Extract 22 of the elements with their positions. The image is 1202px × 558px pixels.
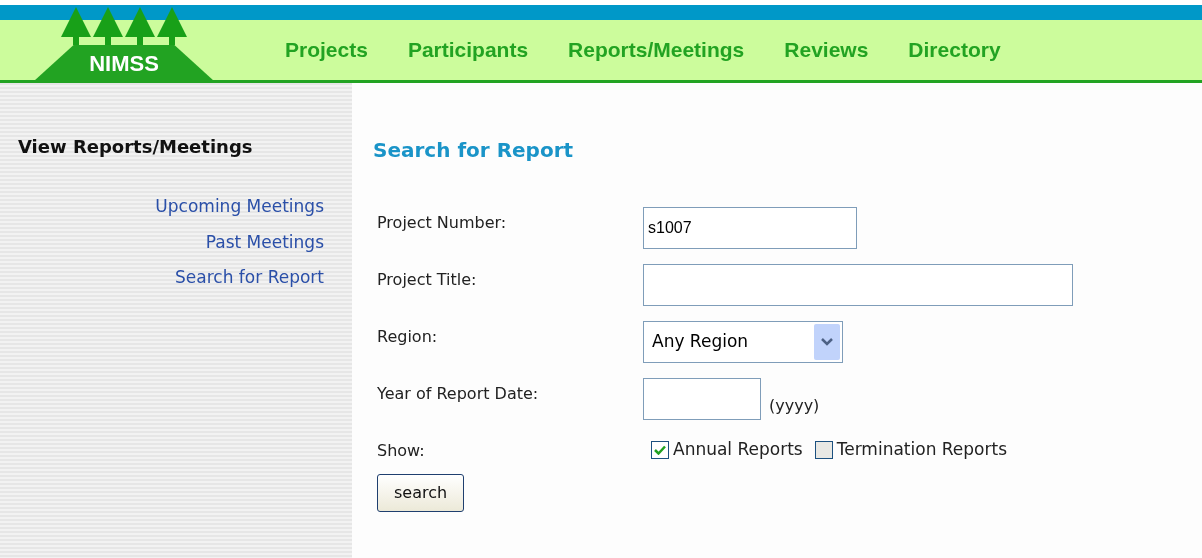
region-dropdown[interactable]: Any Region	[643, 321, 843, 363]
checkbox[interactable]	[651, 440, 669, 459]
sidebar-link[interactable]: Past Meetings	[205, 229, 324, 255]
field-label: Project Title:	[377, 269, 478, 291]
check-icon	[654, 444, 666, 455]
page-heading: Search for Report	[373, 137, 575, 164]
search-button[interactable]: search	[377, 474, 465, 512]
input-field[interactable]	[643, 378, 761, 420]
format-hint: (yyyy)	[769, 395, 820, 417]
input-field[interactable]	[643, 264, 1073, 306]
checkbox-label: Termination Reports	[836, 438, 1008, 461]
chevron-down-icon	[821, 338, 833, 346]
sidebar-heading: View Reports/Meetings	[18, 135, 254, 159]
sidebar-link[interactable]: Upcoming Meetings	[155, 194, 324, 220]
checkbox-label: Annual Reports	[673, 438, 803, 461]
field-label: Year of Report Date:	[377, 383, 540, 405]
field-label: Region:	[377, 326, 439, 348]
field-label: Show:	[377, 440, 426, 462]
checkbox[interactable]	[814, 440, 833, 459]
field-label: Project Number:	[377, 212, 508, 234]
sidebar-link[interactable]: Search for Report	[175, 265, 324, 291]
input-field[interactable]: s1007	[643, 207, 857, 249]
